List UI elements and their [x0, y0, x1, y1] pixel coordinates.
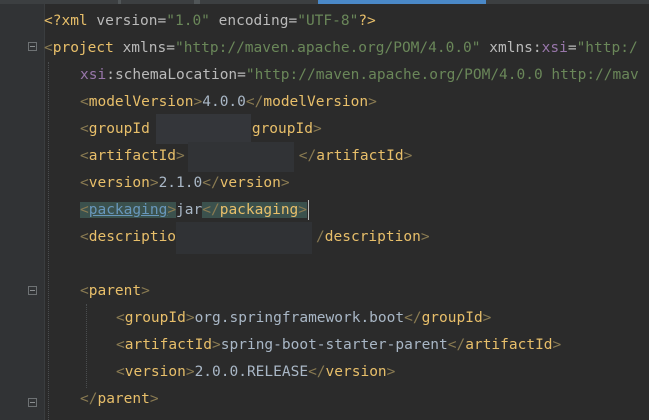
tag-name: packaging	[219, 202, 299, 218]
redacted-blur	[188, 142, 294, 172]
schema-location-line: xsi:schemaLocation="http://maven.apache.…	[80, 67, 639, 83]
project-open-line: <project xmlns="http://maven.apache.org/…	[44, 40, 638, 56]
namespace-name: xsi	[541, 40, 568, 56]
text-caret	[308, 200, 310, 220]
redacted-blur	[156, 114, 251, 144]
attr-name: encoding	[218, 13, 289, 29]
attr-name: schemaLocation	[114, 67, 238, 83]
tag-value: jar	[176, 202, 203, 218]
tab-edge[interactable]	[194, 0, 200, 4]
parent-close-line: </parent>	[80, 391, 159, 407]
attr-value: "1.0"	[166, 13, 210, 29]
tag-name: descriptio	[88, 229, 177, 245]
tag-name: version	[124, 364, 186, 380]
indent-guide	[48, 62, 50, 420]
tag-value: spring-boot-starter-parent	[220, 337, 448, 353]
fold-collapse-icon[interactable]	[28, 398, 37, 407]
tag-value: org.springframework.boot	[194, 310, 405, 326]
attr-value: "http://maven.apache.org/POM/4.0.0"	[174, 40, 481, 56]
editor-gutter	[0, 4, 44, 420]
attr-value: "UTF-8"	[297, 13, 359, 29]
redacted-blur	[176, 222, 312, 254]
editor-tab-strip	[0, 0, 649, 4]
tag-name: version	[219, 175, 281, 191]
tag-name: groupId	[88, 121, 150, 137]
xml-declaration-line: <?xml version="1.0" encoding="UTF-8"?>	[44, 13, 376, 29]
tag-value: 2.0.0.RELEASE	[194, 364, 309, 380]
parent-artifact-id-line: <artifactId>spring-boot-starter-parent</…	[116, 337, 562, 353]
pi-name: xml	[61, 13, 88, 29]
tag-name: modelVersion	[88, 94, 194, 110]
tag-name: version	[88, 175, 150, 191]
tag-name: groupId	[421, 310, 483, 326]
tab-edge[interactable]	[118, 0, 121, 4]
tag-name: parent	[97, 391, 150, 407]
tag-name: groupId	[124, 310, 186, 326]
pi-close: ?>	[358, 13, 376, 29]
attr-name: version	[96, 13, 158, 29]
fold-collapse-icon[interactable]	[28, 286, 37, 295]
gutter-separator	[44, 4, 45, 420]
active-tab-indicator[interactable]	[318, 0, 486, 4]
tag-value: 2.1.0	[158, 175, 203, 191]
fold-collapse-icon[interactable]	[28, 42, 37, 51]
attr-value: "http://maven.apache.org/POM/4.0.0 http:…	[245, 67, 639, 83]
parent-group-id-line: <groupId>org.springframework.boot</group…	[116, 310, 492, 326]
tag-name: artifactId	[316, 148, 404, 164]
parent-version-line: <version>2.0.0.RELEASE</version>	[116, 364, 396, 380]
tag-name[interactable]: packaging	[89, 202, 168, 218]
indent-guide	[86, 304, 88, 388]
parent-open-line: <parent>	[80, 283, 150, 299]
attr-name: xmlns	[489, 40, 533, 56]
tag-name: parent	[88, 283, 142, 299]
tag-name: project	[52, 40, 114, 56]
namespace-prefix: xsi	[80, 67, 107, 83]
model-version-line: <modelVersion>4.0.0</modelVersion>	[80, 94, 377, 110]
tag-name: artifactId	[124, 337, 213, 353]
version-line: <version>2.1.0</version>	[80, 175, 290, 191]
packaging-line: <packaging>jar</packaging>	[80, 200, 310, 220]
tag-name: version	[325, 364, 387, 380]
tag-value: 4.0.0	[202, 94, 246, 110]
attr-value: "http:/	[576, 40, 638, 56]
tag-name: artifactId	[465, 337, 553, 353]
tag-name: groupId	[251, 121, 313, 137]
tag-name: description	[324, 229, 421, 245]
attr-name: xmlns	[122, 40, 167, 56]
tag-name: modelVersion	[263, 94, 369, 110]
tag-name: artifactId	[88, 148, 177, 164]
pi-open: <?	[44, 13, 62, 29]
